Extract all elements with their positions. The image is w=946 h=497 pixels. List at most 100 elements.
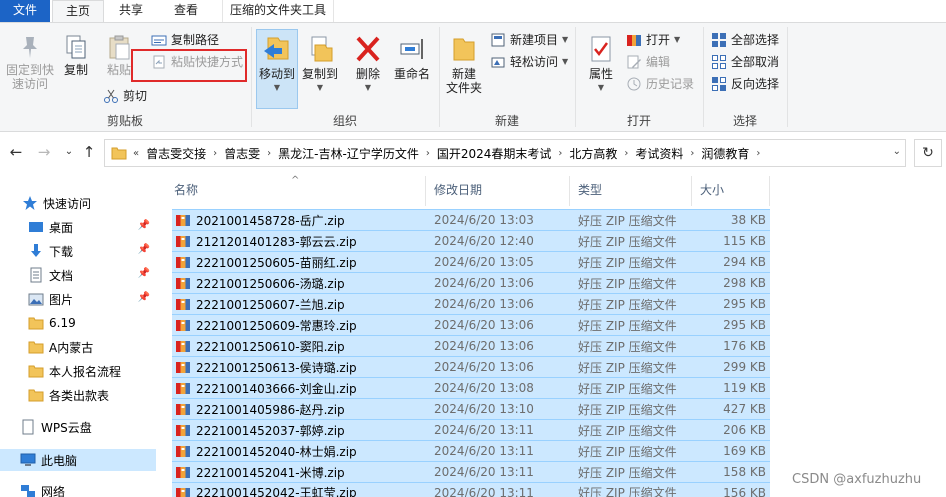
nav-item-folder[interactable]: 各类出款表	[28, 384, 156, 406]
file-type: 好压 ZIP 压缩文件	[578, 234, 677, 249]
delete-button[interactable]: 删除 ▼	[350, 33, 386, 95]
file-date: 2024/6/20 12:40	[434, 234, 534, 248]
table-row[interactable]: 2221001452040-林士娟.zip 2024/6/20 13:11 好压 Z…	[172, 440, 770, 461]
breadcrumb-item[interactable]: 曾志雯交接	[141, 145, 211, 162]
table-row[interactable]: 2221001250607-兰旭.zip 2024/6/20 13:06 好压 ZI…	[172, 293, 770, 314]
edit-button[interactable]: 编辑	[626, 53, 670, 71]
file-name-cell[interactable]: 2221001250607-兰旭.zip	[175, 296, 425, 313]
breadcrumb-item[interactable]: 北方高教	[564, 145, 622, 162]
nav-item-wps-cloud[interactable]: WPS云盘	[20, 416, 156, 438]
recent-locations-chevron-icon[interactable]: ⌄	[60, 143, 78, 161]
file-name-cell[interactable]: 2221001452040-林士娟.zip	[175, 443, 425, 460]
nav-item-folder[interactable]: A内蒙古	[28, 336, 156, 358]
new-folder-icon	[453, 38, 475, 61]
up-arrow-icon[interactable]: ↑	[80, 143, 98, 161]
back-arrow-icon[interactable]: ←	[7, 143, 25, 161]
nav-item-folder[interactable]: 本人报名流程	[28, 360, 156, 382]
column-header-date[interactable]: 修改日期	[426, 176, 570, 206]
nav-item-documents[interactable]: 文档 📌	[28, 264, 156, 286]
table-row[interactable]: 2221001250610-窦阳.zip 2024/6/20 13:06 好压 ZI…	[172, 335, 770, 356]
move-to-button[interactable]: 移动到 ▼	[256, 29, 298, 109]
file-name-cell[interactable]: 2221001250609-常惠玲.zip	[175, 317, 425, 334]
tab-zip-tools[interactable]: 压缩的文件夹工具	[222, 0, 334, 22]
file-name-cell[interactable]: 2021001458728-岳广.zip	[175, 212, 425, 229]
table-row[interactable]: 2221001452041-米博.zip 2024/6/20 13:11 好压 ZI…	[172, 461, 770, 482]
table-row[interactable]: 2221001452037-郭婷.zip 2024/6/20 13:11 好压 ZI…	[172, 419, 770, 440]
table-row[interactable]: 2121201401283-郭云云.zip 2024/6/20 12:40 好压 Z…	[172, 230, 770, 251]
nav-item-downloads[interactable]: 下载 📌	[28, 240, 156, 262]
breadcrumb-chevron-icon[interactable]: ›	[622, 148, 630, 159]
pin-icon[interactable]: 📌	[138, 220, 150, 231]
breadcrumb-chevron-icon[interactable]: ›	[424, 148, 432, 159]
file-date: 2024/6/20 13:11	[434, 444, 534, 458]
nav-item-network[interactable]: 网络	[20, 480, 156, 497]
file-name-cell[interactable]: 2221001250610-窦阳.zip	[175, 338, 425, 355]
file-name-cell[interactable]: 2221001405986-赵丹.zip	[175, 401, 425, 418]
breadcrumb-chevron-icon[interactable]: ›	[211, 148, 219, 159]
tab-share[interactable]: 共享	[108, 0, 154, 22]
rename-button[interactable]: 重命名	[390, 33, 434, 81]
breadcrumb-item[interactable]: 润德教育	[696, 145, 754, 162]
address-dropdown-icon[interactable]: ⌄	[893, 146, 901, 157]
pin-icon[interactable]: 📌	[138, 292, 150, 303]
table-row[interactable]: 2221001250606-汤璐.zip 2024/6/20 13:06 好压 ZI…	[172, 272, 770, 293]
table-row[interactable]: 2221001250609-常惠玲.zip 2024/6/20 13:06 好压 Z…	[172, 314, 770, 335]
breadcrumb-chevron-icon[interactable]: ›	[754, 148, 762, 159]
copy-label: 复制	[63, 63, 88, 77]
easy-access-button[interactable]: 轻松访问 ▼	[490, 53, 568, 71]
file-name-cell[interactable]: 2221001452041-米博.zip	[175, 464, 425, 481]
copy-path-button[interactable]: 复制路径	[151, 31, 219, 49]
table-row[interactable]: 2021001458728-岳广.zip 2024/6/20 13:03 好压 ZI…	[172, 209, 770, 230]
file-name-cell[interactable]: 2221001452042-王虹莹.zip	[175, 484, 425, 497]
open-button[interactable]: 打开 ▼	[626, 31, 680, 49]
breadcrumb-item[interactable]: 黑龙江-吉林-辽宁学历文件	[273, 145, 424, 162]
file-name-cell[interactable]: 2221001250606-汤璐.zip	[175, 275, 425, 292]
file-name-cell[interactable]: 2221001250605-苗丽红.zip	[175, 254, 425, 271]
file-name-cell[interactable]: 2221001403666-刘金山.zip	[175, 380, 425, 397]
column-header-type[interactable]: 类型	[570, 176, 692, 206]
new-folder-button[interactable]: 新建 文件夹	[444, 33, 484, 95]
nav-item-desktop[interactable]: 桌面 📌	[28, 216, 156, 238]
invert-selection-button[interactable]: 反向选择	[711, 75, 779, 93]
properties-button[interactable]: 属性 ▼	[582, 33, 620, 95]
nav-item-folder[interactable]: 6.19	[28, 312, 156, 334]
folder-icon	[28, 317, 44, 330]
tab-file[interactable]: 文件	[0, 0, 50, 22]
nav-quick-access[interactable]: 快速访问	[22, 192, 156, 214]
cut-button[interactable]: 剪切	[103, 87, 147, 105]
file-name-cell[interactable]: 2121201401283-郭云云.zip	[175, 233, 425, 250]
tab-view[interactable]: 查看	[160, 0, 212, 22]
table-row[interactable]: 2221001405986-赵丹.zip 2024/6/20 13:10 好压 ZI…	[172, 398, 770, 419]
breadcrumb-chevron-icon[interactable]: ›	[265, 148, 273, 159]
table-row[interactable]: 2221001250613-侯诗璐.zip 2024/6/20 13:06 好压 Z…	[172, 356, 770, 377]
breadcrumb-item[interactable]: 考试资料	[630, 145, 688, 162]
copy-to-button[interactable]: 复制到 ▼	[300, 33, 340, 95]
nav-item-pictures[interactable]: 图片 📌	[28, 288, 156, 310]
file-name-cell[interactable]: 2221001250613-侯诗璐.zip	[175, 359, 425, 376]
select-none-button[interactable]: 全部取消	[711, 53, 779, 71]
tab-home[interactable]: 主页	[52, 0, 104, 23]
forward-arrow-icon[interactable]: →	[35, 143, 53, 161]
nav-item-this-pc[interactable]: 此电脑	[0, 449, 156, 471]
breadcrumb-item[interactable]: 曾志雯	[219, 145, 265, 162]
table-row[interactable]: 2221001452042-王虹莹.zip 2024/6/20 13:11 好压 Z…	[172, 482, 770, 497]
table-row[interactable]: 2221001403666-刘金山.zip 2024/6/20 13:08 好压 Z…	[172, 377, 770, 398]
copy-button[interactable]: 复制	[60, 33, 92, 77]
pin-icon[interactable]: 📌	[138, 268, 150, 279]
column-header-size[interactable]: 大小	[692, 176, 770, 206]
file-date: 2024/6/20 13:06	[434, 360, 534, 374]
select-all-button[interactable]: 全部选择	[711, 31, 779, 49]
history-button[interactable]: 历史记录	[626, 75, 694, 93]
breadcrumb-overflow[interactable]: «	[131, 148, 141, 159]
pin-icon[interactable]: 📌	[138, 244, 150, 255]
breadcrumb-chevron-icon[interactable]: ›	[556, 148, 564, 159]
refresh-icon[interactable]: ↻	[914, 139, 942, 167]
pin-quick-access-button[interactable]: 固定到快 速访问	[2, 33, 58, 91]
breadcrumb-chevron-icon[interactable]: ›	[688, 148, 696, 159]
file-type: 好压 ZIP 压缩文件	[578, 213, 677, 228]
address-bar[interactable]: « 曾志雯交接 › 曾志雯 › 黑龙江-吉林-辽宁学历文件 › 国开2024春期…	[104, 139, 906, 167]
breadcrumb-item[interactable]: 国开2024春期末考试	[432, 145, 557, 162]
new-item-button[interactable]: 新建项目 ▼	[490, 31, 568, 49]
table-row[interactable]: 2221001250605-苗丽红.zip 2024/6/20 13:05 好压 Z…	[172, 251, 770, 272]
file-name-cell[interactable]: 2221001452037-郭婷.zip	[175, 422, 425, 439]
